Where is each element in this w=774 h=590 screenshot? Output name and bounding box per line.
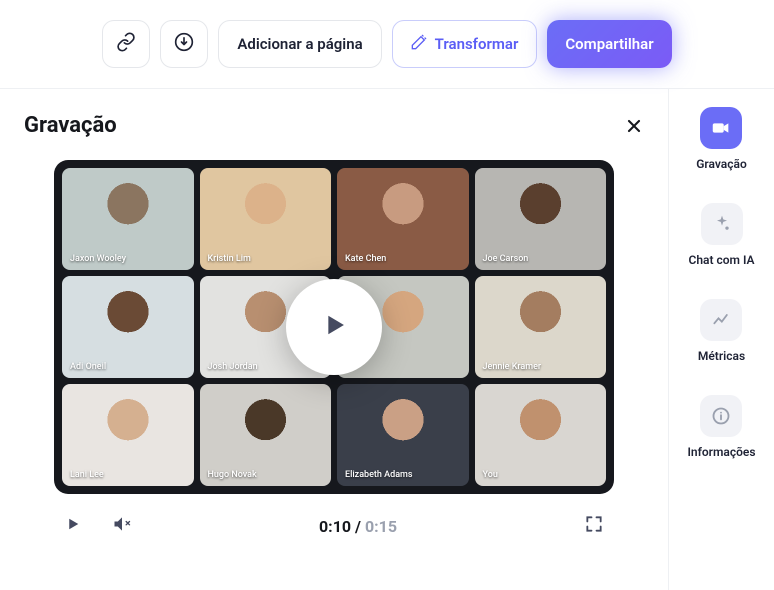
participant-name: Lani Lee bbox=[70, 470, 104, 480]
transform-label: Transformar bbox=[435, 35, 519, 53]
participant-name: Kristin Lim bbox=[208, 254, 251, 264]
sidebar-item-ai-chat[interactable]: Chat com IA bbox=[688, 203, 754, 267]
mute-button[interactable] bbox=[112, 514, 132, 538]
play-icon bbox=[317, 308, 351, 346]
sidebar-item-label: Informações bbox=[687, 445, 755, 459]
participant-name: Adi Oneil bbox=[70, 362, 106, 372]
participant-tile: Hugo Novak bbox=[200, 384, 332, 486]
wand-icon bbox=[411, 34, 427, 54]
participant-name: Elizabeth Adams bbox=[345, 470, 413, 480]
participant-name: Jennie Kramer bbox=[483, 362, 542, 372]
participant-tile: Kristin Lim bbox=[200, 168, 332, 270]
play-icon bbox=[64, 518, 82, 537]
participant-name: Josh Jordan bbox=[208, 362, 258, 372]
transform-button[interactable]: Transformar bbox=[392, 20, 538, 68]
sparkle-icon bbox=[701, 203, 743, 245]
info-icon bbox=[700, 395, 742, 437]
time-display: 0:10 / 0:15 bbox=[319, 517, 397, 536]
participant-tile: Jennie Kramer bbox=[475, 276, 607, 378]
chart-icon bbox=[700, 299, 742, 341]
participant-name: Jaxon Wooley bbox=[70, 254, 126, 264]
participant-name: Hugo Novak bbox=[208, 470, 257, 480]
close-button[interactable] bbox=[624, 116, 644, 136]
top-toolbar: Adicionar a página Transformar Compartil… bbox=[0, 0, 774, 89]
add-page-label: Adicionar a página bbox=[237, 35, 362, 53]
participant-name: You bbox=[483, 470, 498, 480]
sidebar-item-recording[interactable]: Gravação bbox=[696, 107, 747, 171]
play-button[interactable] bbox=[64, 515, 82, 537]
volume-muted-icon bbox=[112, 519, 132, 538]
current-time: 0:10 bbox=[319, 517, 351, 536]
video-player[interactable]: Jaxon Wooley Kristin Lim Kate Chen Joe C… bbox=[54, 160, 614, 494]
participant-tile: Kate Chen bbox=[337, 168, 469, 270]
video-controls: 0:10 / 0:15 bbox=[54, 514, 614, 548]
sidebar-item-label: Métricas bbox=[698, 349, 745, 363]
share-label: Compartilhar bbox=[565, 35, 653, 53]
sidebar-item-label: Gravação bbox=[696, 157, 747, 171]
participant-tile: Joe Carson bbox=[475, 168, 607, 270]
add-page-button[interactable]: Adicionar a página bbox=[218, 20, 381, 68]
right-sidebar: Gravação Chat com IA Métricas Informaçõe… bbox=[669, 89, 774, 590]
participant-name: Joe Carson bbox=[483, 254, 529, 264]
sidebar-item-metrics[interactable]: Métricas bbox=[698, 299, 745, 363]
fullscreen-icon bbox=[584, 519, 604, 538]
close-icon bbox=[624, 121, 644, 140]
share-button[interactable]: Compartilhar bbox=[547, 20, 671, 68]
sidebar-item-info[interactable]: Informações bbox=[687, 395, 755, 459]
play-overlay-button[interactable] bbox=[286, 279, 382, 375]
video-camera-icon bbox=[700, 107, 742, 149]
download-icon bbox=[174, 32, 194, 56]
participant-tile: You bbox=[475, 384, 607, 486]
fullscreen-button[interactable] bbox=[584, 514, 604, 538]
sidebar-item-label: Chat com IA bbox=[688, 253, 754, 267]
link-button[interactable] bbox=[102, 20, 150, 68]
recording-panel: Gravação Jaxon Wooley Kristin Lim Kate C… bbox=[0, 89, 669, 590]
participant-name: Kate Chen bbox=[345, 254, 386, 264]
participant-tile: Jaxon Wooley bbox=[62, 168, 194, 270]
link-icon bbox=[116, 32, 136, 56]
participant-tile: Adi Oneil bbox=[62, 276, 194, 378]
download-button[interactable] bbox=[160, 20, 208, 68]
duration: 0:15 bbox=[365, 517, 397, 536]
participant-tile: Elizabeth Adams bbox=[337, 384, 469, 486]
participant-tile: Lani Lee bbox=[62, 384, 194, 486]
panel-title: Gravação bbox=[24, 113, 117, 138]
